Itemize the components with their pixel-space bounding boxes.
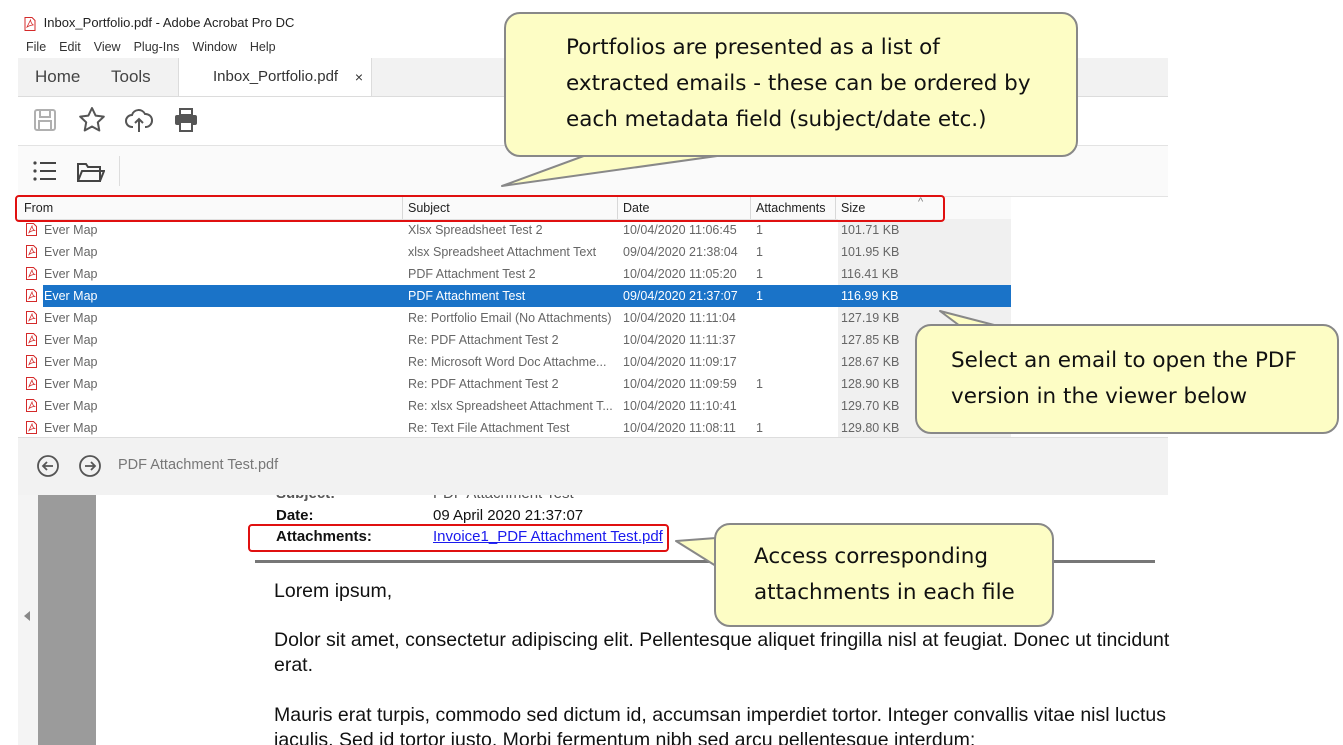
callout-select-text: Select an email to open the PDF version … <box>951 348 1297 409</box>
callout-metadata-text: Portfolios are presented as a list of ex… <box>566 35 1031 132</box>
callout-attachments-text: Access corresponding attachments in each… <box>754 544 1015 605</box>
callout-attachments: Access corresponding attachments in each… <box>714 523 1054 627</box>
callout-select: Select an email to open the PDF version … <box>915 324 1339 434</box>
callout-metadata: Portfolios are presented as a list of ex… <box>504 12 1078 157</box>
